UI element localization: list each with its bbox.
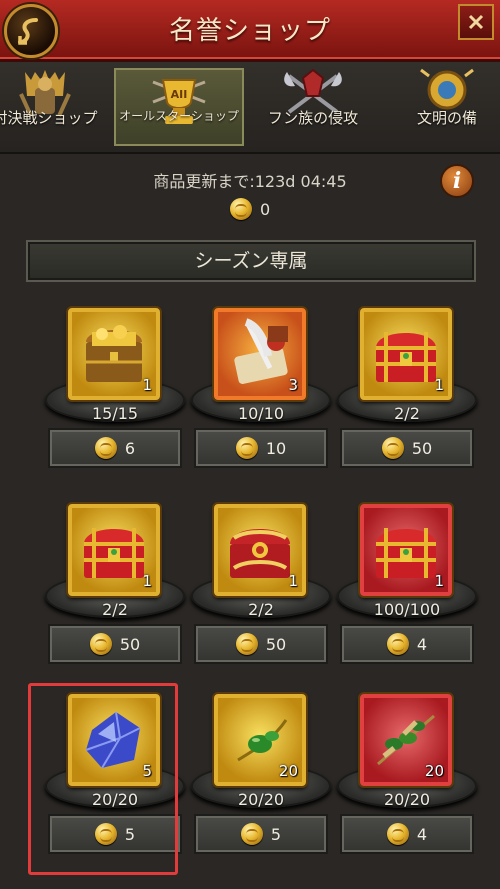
buy-button[interactable]: 5 xyxy=(194,814,328,854)
buy-button[interactable]: 50 xyxy=(48,624,182,664)
item-quantity: 1 xyxy=(288,572,298,590)
item-price: 6 xyxy=(124,438,136,458)
tab-label: 対決戦ショップ xyxy=(0,109,98,127)
buy-button[interactable]: 50 xyxy=(194,624,328,664)
item-quantity: 20 xyxy=(424,762,444,780)
tab-all-star-shop[interactable]: AII オールスターショップ xyxy=(114,68,244,146)
honor-coin-icon xyxy=(235,437,258,459)
honor-coin-icon xyxy=(386,633,409,655)
item-stock: 2/2 xyxy=(248,600,274,619)
item-price: 50 xyxy=(411,438,433,458)
shop-item-card[interactable]: 20 20/20 4 xyxy=(332,686,482,856)
honor-coin-icon xyxy=(89,633,112,655)
item-icon-frame[interactable]: 1 xyxy=(360,504,452,596)
item-price: 4 xyxy=(416,824,428,844)
shop-item-card[interactable]: 1 2/2 50 xyxy=(332,300,482,470)
item-quantity: 20 xyxy=(278,762,298,780)
buy-button[interactable]: 4 xyxy=(340,624,474,664)
item-price: 50 xyxy=(265,634,287,654)
honor-coin-icon xyxy=(386,823,409,845)
page-title: 名誉ショップ xyxy=(168,16,331,46)
item-price: 50 xyxy=(119,634,141,654)
close-icon xyxy=(468,14,484,30)
item-icon-frame[interactable]: 3 xyxy=(214,308,306,400)
honor-coin-icon xyxy=(235,633,258,655)
item-stock: 15/15 xyxy=(91,404,139,423)
item-icon-frame[interactable]: 1 xyxy=(214,504,306,596)
shop-item-card[interactable]: 1 2/2 50 xyxy=(186,496,336,666)
buy-button[interactable]: 10 xyxy=(194,428,328,468)
balance-value: 0 xyxy=(260,199,271,219)
buy-button[interactable]: 6 xyxy=(48,428,182,468)
item-icon-frame[interactable]: 1 xyxy=(68,504,160,596)
item-quantity: 1 xyxy=(434,572,444,590)
item-quantity: 1 xyxy=(142,376,152,394)
info-icon[interactable]: i xyxy=(440,164,474,198)
tab-duel-shop[interactable]: 対決戦ショップ xyxy=(0,62,110,152)
tab-label: オールスターショップ xyxy=(119,109,239,123)
item-price: 4 xyxy=(416,634,428,654)
item-stock: 2/2 xyxy=(102,600,128,619)
buy-button[interactable]: 50 xyxy=(340,428,474,468)
shop-item-card[interactable]: 1 2/2 50 xyxy=(40,496,190,666)
shop-item-card[interactable]: 1 100/100 4 xyxy=(332,496,482,666)
item-quantity: 1 xyxy=(142,572,152,590)
item-stock: 20/20 xyxy=(237,790,285,809)
item-quantity: 3 xyxy=(288,376,298,394)
item-price: 5 xyxy=(270,824,282,844)
tab-label: 文明の備 xyxy=(416,109,477,127)
refresh-timer: 商品更新まで:123d 04:45 xyxy=(153,172,347,191)
tab-label: フン族の侵攻 xyxy=(267,109,359,127)
close-button[interactable] xyxy=(458,4,494,40)
honor-coin-icon xyxy=(94,437,117,459)
item-icon-frame[interactable]: 1 xyxy=(360,308,452,400)
item-stock: 20/20 xyxy=(383,790,431,809)
tab-civilization[interactable]: 文明の備 xyxy=(382,62,500,152)
shop-item-card[interactable]: 1 15/15 6 xyxy=(40,300,190,470)
item-icon-frame[interactable]: 20 xyxy=(214,694,306,786)
shop-item-card[interactable]: 3 10/10 10 xyxy=(186,300,336,470)
item-quantity: 1 xyxy=(434,376,444,394)
item-icon-frame[interactable]: 1 xyxy=(68,308,160,400)
selection-highlight xyxy=(28,683,178,875)
currency-balance: 0 xyxy=(230,198,270,220)
honor-coin-icon xyxy=(381,437,404,459)
item-stock: 10/10 xyxy=(237,404,285,423)
svg-text:AII: AII xyxy=(171,88,188,101)
tab-hun-invasion[interactable]: フン族の侵攻 xyxy=(248,62,378,152)
shop-category-tabs: 対決戦ショップ AII オールスターショップ フン族の侵攻 文明の備 xyxy=(0,62,500,154)
item-stock: 2/2 xyxy=(394,404,420,423)
section-title: シーズン専属 xyxy=(26,240,476,282)
honor-coin-icon xyxy=(240,823,263,845)
item-icon-frame[interactable]: 20 xyxy=(360,694,452,786)
shop-item-card[interactable]: 20 20/20 5 xyxy=(186,686,336,856)
honor-coin-icon xyxy=(230,198,252,220)
item-stock: 100/100 xyxy=(373,600,441,619)
item-price: 10 xyxy=(265,438,287,458)
header-bar: 名誉ショップ xyxy=(0,0,500,62)
buy-button[interactable]: 4 xyxy=(340,814,474,854)
